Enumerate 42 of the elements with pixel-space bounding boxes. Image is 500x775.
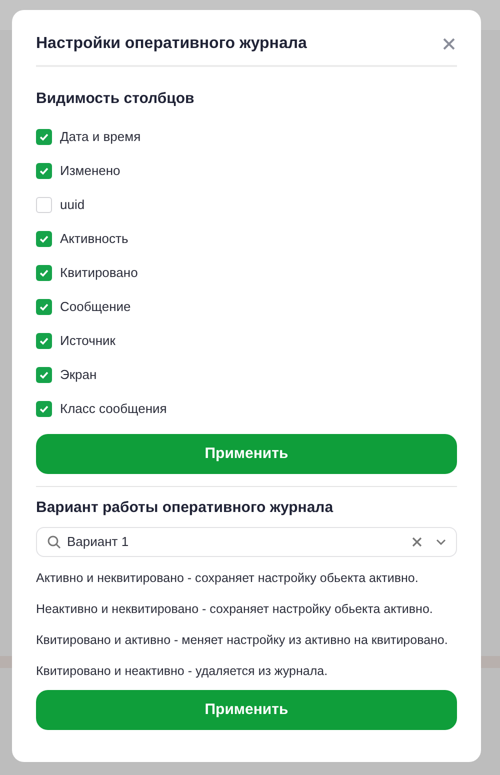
checkbox-label: Сообщение [60,298,131,316]
checkbox[interactable] [36,333,52,349]
check-icon [39,234,49,244]
mode-description: Квитировано и неактивно - удаляется из журнала. [36,663,329,680]
checkbox-label: Класс сообщения [60,400,167,418]
checkbox-label: Дата и время [60,128,141,146]
check-icon [39,404,49,414]
select-value: Вариант 1 [67,533,130,552]
checkbox[interactable] [36,197,52,213]
check-icon [39,268,49,278]
checkbox[interactable] [36,231,52,247]
close-button[interactable] [441,36,457,52]
check-icon [39,302,49,312]
mode-description: Неактивно и неквитировано - сохраняет настройку обьекта активно. [36,601,434,618]
clear-icon[interactable] [412,537,422,547]
apply-button[interactable]: Применить [36,690,457,730]
checkbox[interactable] [36,163,52,179]
checkbox-label: Источник [60,332,116,350]
check-icon [39,166,49,176]
checkbox-label: Активность [60,230,128,248]
mode-description: Активно и неквитировано - сохраняет настройку обьекта активно. [36,570,420,588]
check-icon [39,132,49,142]
checkbox[interactable] [36,367,52,383]
checkbox[interactable] [36,401,52,417]
section-title: Видимость столбцов [36,89,196,109]
checkbox[interactable] [36,129,52,145]
mode-description: Квитировано и активно - меняет настройку из активно на квитировано. [36,632,449,650]
checkbox[interactable] [36,265,52,281]
variant-select[interactable]: Вариант 1 [36,527,457,557]
checkbox[interactable] [36,299,52,315]
close-icon [443,38,455,50]
checkbox-label: Экран [60,366,97,384]
section-title: Вариант работы оперативного журнала [36,498,334,518]
check-icon [39,336,49,346]
chevron-down-icon[interactable] [436,539,446,545]
dialog-title: Настройки оперативного журнала [36,34,307,54]
checkbox-label: uuid [60,196,85,214]
apply-button[interactable]: Применить [36,434,457,474]
check-icon [39,370,49,380]
checkbox-label: Квитировано [60,264,138,282]
checkbox-label: Изменено [60,162,120,180]
search-icon [47,535,61,549]
